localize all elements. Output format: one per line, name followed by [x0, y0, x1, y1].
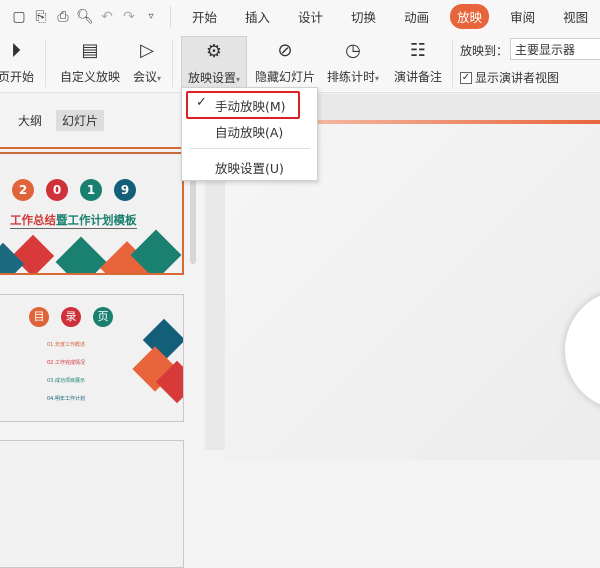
monitor-select[interactable]: 主要显示器 [510, 38, 600, 60]
toc-item: 01.年度工作概述 [47, 342, 85, 348]
toc-badge: 目 [29, 307, 49, 327]
presenter-view-checkbox[interactable]: ✓ 显示演讲者视图 [460, 69, 559, 86]
menu-item-manual[interactable]: 手动放映(M) [215, 96, 286, 115]
digit-badge: 0 [46, 179, 68, 201]
menu-item-auto[interactable]: 自动放映(A) [215, 122, 283, 141]
export-icon[interactable]: ⎘ [30, 7, 52, 27]
caret-icon: ▾ [157, 74, 162, 83]
checkbox-check-icon: ✓ [460, 71, 472, 84]
ribbon: ⏵ 页开始 ▤ 自定义放映 ▷ 会议▾ ⚙ 放映设置▾ ⊘ 隐藏幻灯片 ◷ 排练计时▾ ☷ 演… [0, 33, 600, 93]
show-settings-button[interactable]: ⚙ 放映设置▾ [181, 36, 247, 90]
hide-slide-button[interactable]: ⊘ 隐藏幻灯片 [252, 36, 318, 90]
custom-show-icon: ▤ [81, 39, 99, 61]
title-bar: ▢ ⎘ ⎙ 🔍︎ ↶ ↷ ▿ 开始 插入 设计 切换 动画 放映 审阅 视图 [0, 0, 600, 33]
timer-icon: ◷ [345, 39, 361, 61]
play-icon: ⏵ [11, 38, 21, 62]
tab-outline[interactable]: 大纲 [12, 110, 48, 131]
caret-icon: ▾ [375, 74, 380, 83]
tab-insert[interactable]: 插入 [238, 4, 277, 29]
slide-thumbnail-3[interactable] [0, 440, 184, 568]
tab-design[interactable]: 设计 [291, 4, 330, 29]
slide-title: 工作总结暨工作计划模板 [10, 213, 137, 229]
menu-item-settings[interactable]: 放映设置(U) [215, 158, 284, 177]
digit-badge: 1 [80, 179, 102, 201]
undo-icon[interactable]: ↶ [96, 7, 118, 27]
speaker-notes-button[interactable]: ☷ 演讲备注 [392, 36, 444, 90]
tab-animation[interactable]: 动画 [397, 4, 436, 29]
toc-item: 03.成功项目展示 [47, 378, 85, 384]
slide-thumbnail-1[interactable]: 2 0 1 9 工作总结暨工作计划模板 [0, 147, 184, 275]
toc-item: 02.工作完成情况 [47, 360, 85, 366]
digit-badge: 9 [114, 179, 136, 201]
tab-slideshow[interactable]: 放映 [450, 4, 490, 29]
tab-review[interactable]: 审阅 [503, 4, 542, 29]
print-icon[interactable]: ⎙ [52, 7, 74, 27]
customize-icon[interactable]: ▿ [140, 7, 162, 27]
meeting-button[interactable]: ▷ 会议▾ [128, 36, 166, 90]
from-current-button[interactable]: ⏵ 页开始 [0, 36, 40, 90]
notes-icon: ☷ [409, 39, 427, 61]
meeting-icon: ▷ [140, 39, 154, 61]
tab-home[interactable]: 开始 [185, 4, 224, 29]
digit-badge: 2 [12, 179, 34, 201]
check-icon: ✓ [196, 95, 207, 110]
settings-gear-icon: ⚙ [205, 40, 223, 62]
preview-icon[interactable]: 🔍︎ [74, 7, 96, 27]
show-to-label: 放映到： [460, 44, 509, 58]
show-settings-dropdown: ✓ 手动放映(M) 自动放映(A) 放映设置(U) [181, 87, 318, 181]
redo-icon[interactable]: ↷ [118, 7, 140, 27]
toc-item: 04.明年工作计划 [47, 396, 85, 402]
rehearse-timing-button[interactable]: ◷ 排练计时▾ [322, 36, 384, 90]
hide-slide-icon: ⊘ [277, 39, 293, 61]
slide-thumbnail-2[interactable]: 目 录 页 01.年度工作概述 02.工作完成情况 03.成功项目展示 04.明… [0, 294, 184, 422]
custom-show-button[interactable]: ▤ 自定义放映 [58, 36, 122, 90]
save-icon[interactable]: ▢ [8, 7, 30, 27]
tab-slides[interactable]: 幻灯片 [56, 110, 105, 131]
caret-icon: ▾ [236, 75, 241, 84]
toc-badge: 录 [61, 307, 81, 327]
slide-panel: 大纲 幻灯片 2 0 1 9 工作总结暨工作计划模板 目 录 页 01.年度工作… [0, 94, 200, 568]
tab-view[interactable]: 视图 [556, 4, 595, 29]
toc-badge: 页 [93, 307, 113, 327]
tab-transition[interactable]: 切换 [344, 4, 383, 29]
